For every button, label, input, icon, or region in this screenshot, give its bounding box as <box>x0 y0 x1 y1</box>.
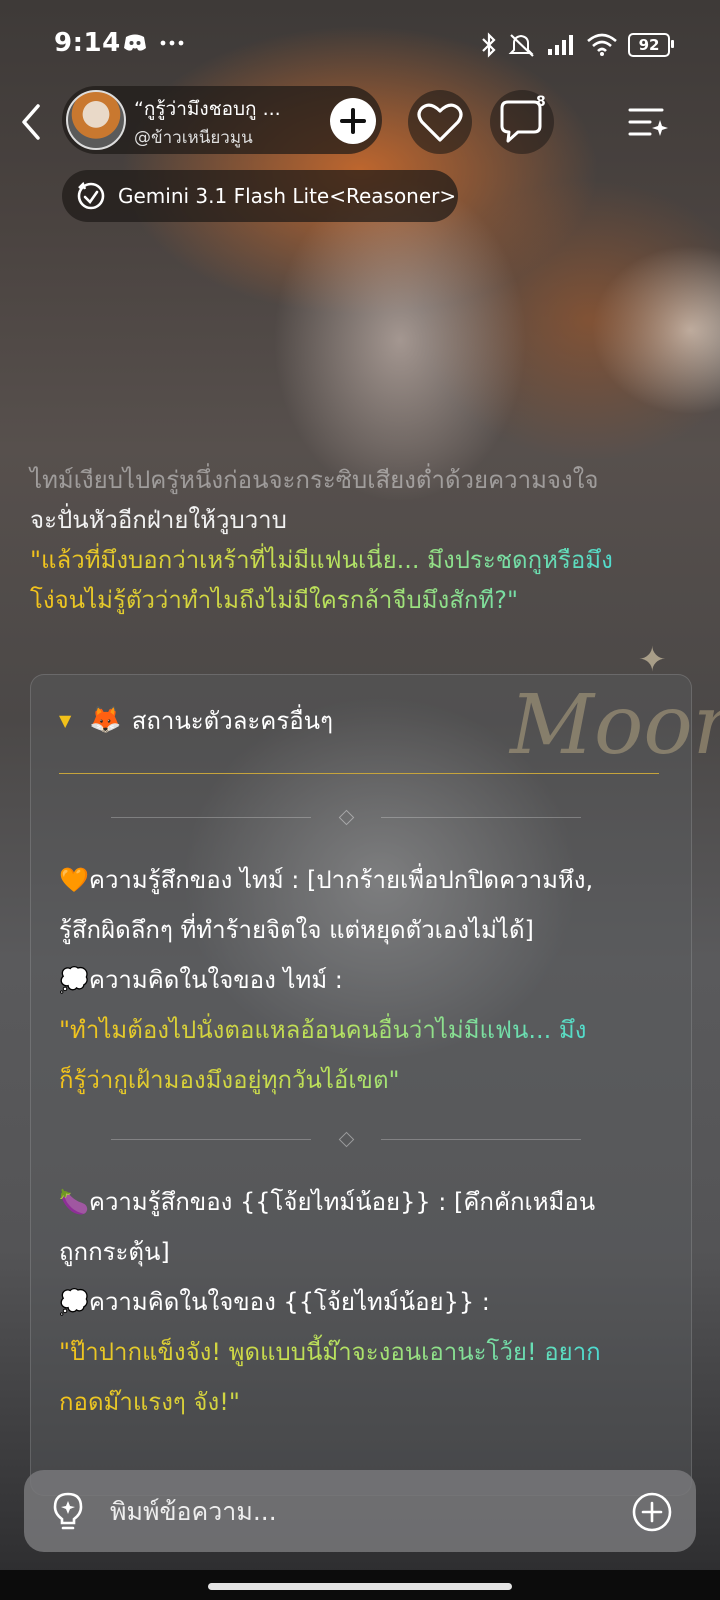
ornament-divider <box>111 1131 581 1148</box>
heart-icon <box>417 103 463 142</box>
feeling-text: รู้สึกผิดลึกๆ ที่ทำร้ายจิตใจ แต่หยุดตัวเ… <box>59 916 534 944</box>
message-input[interactable]: พิมพ์ข้อความ... <box>110 1492 277 1532</box>
ornament-divider <box>111 809 581 826</box>
signal-icon <box>548 35 573 55</box>
notification-icons <box>122 30 185 55</box>
collapse-triangle-icon: ▼ <box>59 710 72 730</box>
thought-quote: ก็รู้ว่ากูเฝ้ามองมึงอยู่ทุกวันไอ้เขต" <box>59 1055 669 1105</box>
dialogue-line: โง่จนไม่รู้ตัวว่าทำไมถึงไม่มีใครกล้าจีบม… <box>30 580 700 620</box>
back-arrow-icon[interactable] <box>16 100 48 144</box>
avatar[interactable] <box>66 90 126 150</box>
home-indicator[interactable] <box>208 1583 512 1590</box>
bluetooth-icon <box>482 32 496 58</box>
story-message: ไทม์เงียบไปครู่หนึ่งก่อนจะกระซิบเสียงต่ำ… <box>30 460 700 620</box>
feeling-text: ถูกกระตุ้น] <box>59 1238 170 1266</box>
attach-plus-icon[interactable] <box>630 1490 674 1534</box>
system-indicators: 92 <box>480 32 674 58</box>
thought-quote: "ป๊าปากแข็งจัง! พูดแบบนี้ม๊าจะงอนเอานะโว… <box>59 1327 669 1377</box>
status-block-time: 🧡ความรู้สึกของ ไทม์ : [ปากร้ายเพื่อปกปิด… <box>59 855 669 1105</box>
discord-icon <box>124 34 146 51</box>
status-panel-title: สถานะตัวละครอื่นๆ <box>131 706 333 735</box>
thought-quote: "ทำไมต้องไปนั่งตอแหลอ้อนคนอื่นว่าไม่มีแฟ… <box>59 1005 669 1055</box>
status-block-second: 🍆ความรู้สึกของ {{โจ้ยไทม์น้อย}} : [คึกคั… <box>59 1177 669 1427</box>
more-dots-icon <box>160 40 184 46</box>
model-switch-icon <box>77 181 105 210</box>
header-divider <box>59 773 659 774</box>
add-button[interactable] <box>330 98 376 144</box>
dialogue-line: "แล้วที่มึงบอกว่าเหร้าที่ไม่มีแฟนเนี่ย..… <box>30 540 700 580</box>
orange-heart-icon: 🧡 <box>59 866 89 894</box>
watermark-logo: Moonlo <box>510 678 720 773</box>
creator-handle: @ข้าวเหนียวมูน <box>134 128 253 148</box>
mute-icon <box>508 34 534 57</box>
like-button[interactable] <box>408 90 472 154</box>
status-panel-toggle[interactable]: ▼ 🦊 สถานะตัวละครอื่นๆ <box>59 695 333 745</box>
narration-line: จะปั่นหัวอีกฝ่ายให้วูบวาบ <box>30 506 287 534</box>
sparkle-icon: ✦ <box>638 640 667 680</box>
thought-bubble-icon: 💭 <box>59 1288 89 1316</box>
battery-indicator: 92 <box>628 33 674 57</box>
status-time: 9:14 <box>54 28 121 58</box>
chat-screen: 9:14 92 “กูรู้ว่ามึงชอบกู ... @ข้าวเหนีย… <box>0 0 720 1600</box>
thought-quote: กอดม๊าแรงๆ จัง!" <box>59 1377 669 1427</box>
chat-title: “กูรู้ว่ามึงชอบกู ... <box>134 98 281 120</box>
thought-bubble-icon: 💭 <box>59 966 89 994</box>
status-bar: 9:14 92 <box>0 26 720 66</box>
lightbulb-icon[interactable] <box>48 1490 88 1534</box>
fox-emoji-icon: 🦊 <box>89 705 122 735</box>
thought-label: ความคิดในใจของ {{โจ้ยไทม์น้อย}} : <box>88 1288 490 1316</box>
eggplant-icon: 🍆 <box>59 1188 89 1216</box>
plus-icon <box>340 108 366 134</box>
narration-line: ไทม์เงียบไปครู่หนึ่งก่อนจะกระซิบเสียงต่ำ… <box>30 466 599 494</box>
feeling-text: ความรู้สึกของ ไทม์ : [ปากร้ายเพื่อปกปิดค… <box>88 866 594 894</box>
model-name: Gemini 3.1 Flash Lite<Reasoner> <box>118 184 457 208</box>
menu-icon[interactable] <box>624 100 672 144</box>
feeling-text: ความรู้สึกของ {{โจ้ยไทม์น้อย}} : [คึกคัก… <box>88 1188 596 1216</box>
thought-label: ความคิดในใจของ ไทม์ : <box>88 966 343 994</box>
model-selector[interactable]: Gemini 3.1 Flash Lite<Reasoner> <box>62 170 458 222</box>
character-status-panel: ▼ 🦊 สถานะตัวละครอื่นๆ 🧡ความรู้สึกของ ไทม… <box>30 674 692 1496</box>
wifi-icon <box>587 33 617 56</box>
comment-count: 8 <box>536 94 546 110</box>
